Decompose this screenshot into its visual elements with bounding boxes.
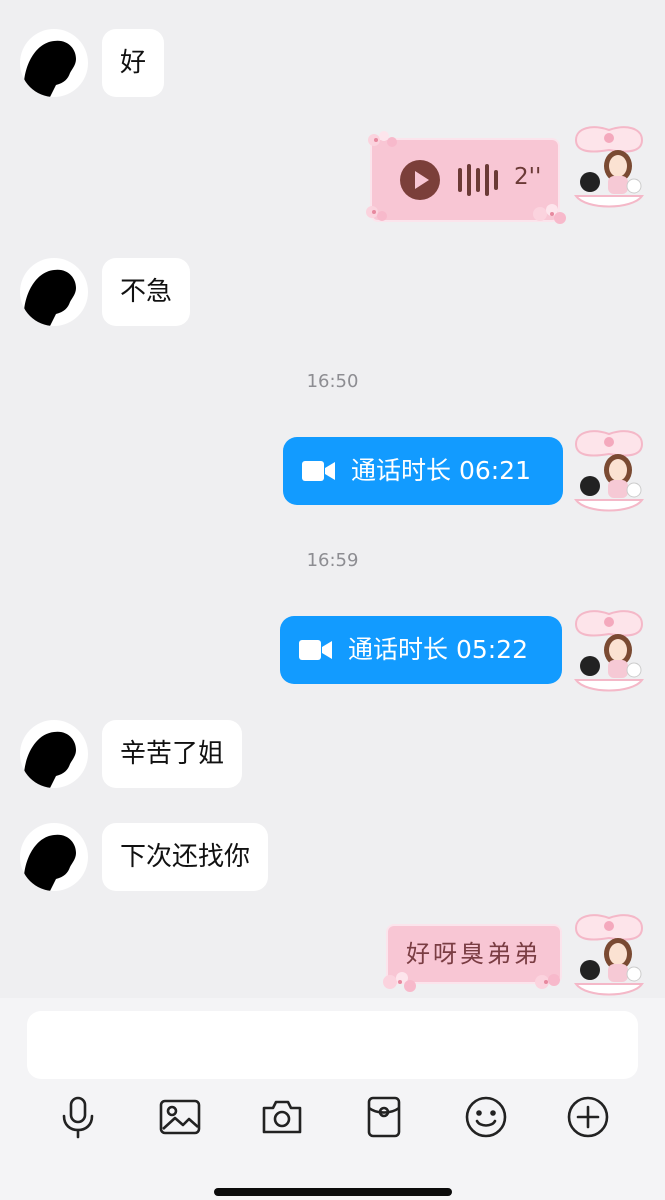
plus-icon[interactable] xyxy=(565,1094,611,1140)
video-call-record[interactable]: 通话时长 05:22 xyxy=(280,616,562,684)
video-call-record[interactable]: 通话时长 06:21 xyxy=(283,437,563,505)
microphone-icon[interactable] xyxy=(55,1094,101,1140)
flower-decoration-icon xyxy=(535,974,560,989)
red-packet-icon[interactable] xyxy=(361,1094,407,1140)
play-icon[interactable] xyxy=(400,160,440,200)
timestamp: 16:50 xyxy=(306,371,359,392)
flower-decoration-icon xyxy=(366,206,387,221)
call-duration-text: 通话时长 05:22 xyxy=(348,635,528,664)
flower-decoration-icon xyxy=(368,131,397,147)
my-avatar[interactable] xyxy=(570,424,648,516)
sticker-text: 好呀臭弟弟 xyxy=(406,940,541,968)
timestamp: 16:59 xyxy=(306,550,359,571)
image-icon[interactable] xyxy=(157,1094,203,1140)
my-avatar[interactable] xyxy=(570,908,648,998)
message-input[interactable] xyxy=(27,1011,638,1079)
emoji-icon[interactable] xyxy=(463,1094,509,1140)
call-duration-text: 通话时长 06:21 xyxy=(351,456,531,485)
flower-decoration-icon xyxy=(383,972,416,992)
video-camera-icon xyxy=(299,640,332,660)
voice-duration: 2'' xyxy=(514,164,542,190)
message-bubble[interactable]: 下次还找你 xyxy=(102,823,269,891)
my-avatar[interactable] xyxy=(570,604,648,696)
message-bubble[interactable]: 好 xyxy=(102,29,165,97)
audio-wave-icon xyxy=(456,160,502,200)
video-camera-icon xyxy=(302,461,335,481)
home-indicator[interactable] xyxy=(214,1188,452,1196)
chat-scroll-area[interactable]: 好 2'' 不急 16:50 通话时长 06:21 16:59 通话时长 05:… xyxy=(0,0,665,998)
contact-avatar[interactable] xyxy=(20,258,88,326)
input-panel xyxy=(0,998,665,1200)
my-avatar[interactable] xyxy=(570,120,648,212)
contact-avatar[interactable] xyxy=(20,29,88,97)
camera-icon[interactable] xyxy=(259,1094,305,1140)
message-bubble[interactable]: 辛苦了姐 xyxy=(102,720,243,788)
message-bubble[interactable]: 不急 xyxy=(102,258,191,326)
contact-avatar[interactable] xyxy=(20,823,88,891)
contact-avatar[interactable] xyxy=(20,720,88,788)
flower-decoration-icon xyxy=(533,204,566,224)
